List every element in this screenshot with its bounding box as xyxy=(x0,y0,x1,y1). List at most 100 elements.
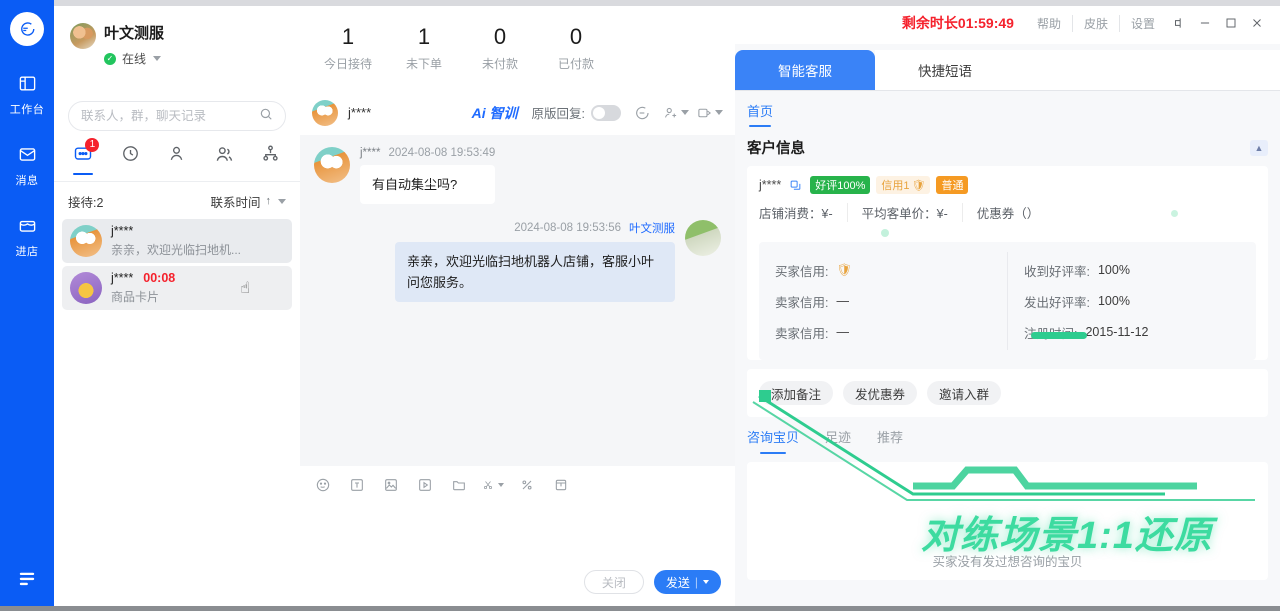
invite-group-button[interactable]: 邀请入群 xyxy=(927,381,1002,405)
coupons[interactable]: 优惠券（） xyxy=(977,203,1054,222)
message-time: 2024-08-08 19:53:49 xyxy=(388,147,496,159)
contact-name: j**** xyxy=(111,224,134,238)
contact-preview: 亲亲，欢迎光临扫地机... xyxy=(111,243,242,257)
message-list: j**** 2024-08-08 19:53:49 有自动集尘吗? 2024-0… xyxy=(300,135,735,465)
send-button[interactable]: 发送 | xyxy=(653,570,721,594)
tab-consulted-items[interactable]: 咨询宝贝 xyxy=(747,427,799,454)
help-link[interactable]: 帮助 xyxy=(1026,14,1073,32)
stat-unpaid[interactable]: 0 未付款 xyxy=(462,24,538,72)
stats-bar: 1 今日接待 1 未下单 0 未付款 0 已付款 xyxy=(310,24,614,72)
tab-recommend[interactable]: 推荐 xyxy=(877,427,903,454)
tab-contacts[interactable] xyxy=(160,139,194,173)
list-menu-icon xyxy=(16,570,38,593)
avatar xyxy=(70,225,102,257)
tab-label: 足迹 xyxy=(825,430,852,445)
folder-icon[interactable] xyxy=(448,474,470,496)
copy-icon[interactable] xyxy=(789,179,802,192)
send-coupon-button[interactable]: 发优惠券 xyxy=(843,381,918,405)
chat-header: j**** Ai 智训 原版回复: xyxy=(300,90,735,135)
chat-bubble-icon xyxy=(10,12,44,46)
chevron-down-icon xyxy=(681,110,689,115)
chat-dots-icon[interactable] xyxy=(629,100,655,126)
contacts-panel: 1 xyxy=(54,90,300,611)
message-outgoing: 2024-08-08 19:53:56 叶文测服 亲亲，欢迎光临扫地机器人店铺，… xyxy=(314,220,721,302)
contact-name: j**** xyxy=(111,271,134,285)
chevron-up-icon[interactable]: ▲ xyxy=(1250,139,1268,156)
message-bubble: 有自动集尘吗? xyxy=(360,165,496,204)
tab-messages[interactable]: 1 xyxy=(66,138,100,175)
add-note-button[interactable]: 添加备注 xyxy=(759,381,834,405)
image-icon[interactable] xyxy=(380,474,402,496)
percent-icon[interactable] xyxy=(516,474,538,496)
left-rail: 工作台 消息 进店 xyxy=(0,0,54,611)
mouse-cursor-icon: ☝ xyxy=(240,280,250,297)
search-box[interactable] xyxy=(68,101,286,131)
pin-icon[interactable] xyxy=(1166,12,1192,34)
subtab-home[interactable]: 首页 xyxy=(747,101,773,127)
detail-row: 卖家信用: — xyxy=(775,319,991,345)
tab-quick-phrases[interactable]: 快捷短语 xyxy=(875,50,1015,90)
search-input[interactable] xyxy=(81,109,259,123)
rail-item-chat[interactable] xyxy=(0,12,54,46)
history-clock-icon xyxy=(121,144,140,168)
text-format-icon[interactable] xyxy=(346,474,368,496)
avg-order-value: 平均客单价：¥- xyxy=(862,203,963,222)
bottom-strip xyxy=(0,606,1280,611)
stat-today-received[interactable]: 1 今日接待 xyxy=(310,24,386,72)
ai-training-button[interactable]: Ai 智训 xyxy=(472,103,518,123)
tab-history[interactable] xyxy=(113,139,147,173)
tab-smart-service[interactable]: 智能客服 xyxy=(735,50,875,90)
sort-control[interactable]: 联系时间 ↑ xyxy=(210,192,286,211)
tab-footprints[interactable]: 足迹 xyxy=(825,427,851,454)
app-root: 工作台 消息 进店 叶文测服 ✓ 在线 1 今日接待 1 未下单 0 未付款 0… xyxy=(0,0,1280,611)
org-tree-icon xyxy=(261,144,280,168)
chevron-down-icon xyxy=(498,483,504,487)
rail-menu-button[interactable] xyxy=(0,570,54,593)
customer-actions: 添加备注 发优惠券 邀请入群 xyxy=(747,369,1268,417)
close-button[interactable]: 关闭 xyxy=(583,570,644,594)
account-status[interactable]: ✓ 在线 xyxy=(104,50,164,67)
close-icon[interactable] xyxy=(1244,12,1270,34)
original-reply-toggle[interactable]: 原版回复: xyxy=(532,103,621,122)
minimize-icon[interactable] xyxy=(1192,12,1218,34)
toggle-switch[interactable] xyxy=(591,104,621,121)
stat-label: 今日接待 xyxy=(323,57,372,71)
detail-key: 发出好评率: xyxy=(1024,295,1090,310)
stat-label: 未下单 xyxy=(405,57,442,71)
video-icon[interactable] xyxy=(414,474,436,496)
detail-key: 注册时间: xyxy=(1024,326,1078,341)
detail-value: 2015-11-12 xyxy=(1085,325,1149,339)
chat-panel: j**** Ai 智训 原版回复: j**** 2024-08-08 19:53… xyxy=(300,90,1280,611)
active-underline xyxy=(73,173,94,175)
transfer-window-icon[interactable] xyxy=(697,100,723,126)
add-person-icon[interactable] xyxy=(663,100,689,126)
person-icon xyxy=(167,144,186,168)
sidebar-item-shop[interactable]: 进店 xyxy=(0,210,54,259)
account-block[interactable]: 叶文测服 ✓ 在线 xyxy=(70,22,164,67)
account-status-label: 在线 xyxy=(122,52,147,66)
maximize-icon[interactable] xyxy=(1218,12,1244,34)
detail-key: 卖家信用: xyxy=(775,326,829,341)
detail-value: — xyxy=(836,294,849,308)
tab-groups[interactable] xyxy=(207,139,241,173)
list-item[interactable]: j**** 亲亲，欢迎光临扫地机... xyxy=(62,219,292,263)
sidebar-item-label: 工作台 xyxy=(9,104,45,116)
list-item[interactable]: j**** 00:08 商品卡片 ☝ xyxy=(62,266,292,310)
archive-icon[interactable] xyxy=(550,474,572,496)
stat-value: 0 xyxy=(569,24,583,49)
message-input[interactable] xyxy=(300,504,735,570)
customer-summary-row: 店铺消费：¥- 平均客单价：¥- 优惠券（） xyxy=(747,194,1268,233)
skin-link[interactable]: 皮肤 xyxy=(1073,14,1120,32)
sidebar-item-messages[interactable]: 消息 xyxy=(0,139,54,188)
scissors-icon[interactable] xyxy=(482,474,504,496)
active-underline xyxy=(877,452,903,454)
sidebar-item-workbench[interactable]: 工作台 xyxy=(0,68,54,117)
stat-paid[interactable]: 0 已付款 xyxy=(538,24,614,72)
settings-link[interactable]: 设置 xyxy=(1120,15,1166,32)
search-icon xyxy=(259,107,273,126)
shield-icon: 🛡 xyxy=(911,179,926,192)
tab-org-tree[interactable] xyxy=(254,139,288,173)
emoji-icon[interactable] xyxy=(312,474,334,496)
account-name: 叶文测服 xyxy=(104,25,165,42)
stat-no-order[interactable]: 1 未下单 xyxy=(386,24,462,72)
